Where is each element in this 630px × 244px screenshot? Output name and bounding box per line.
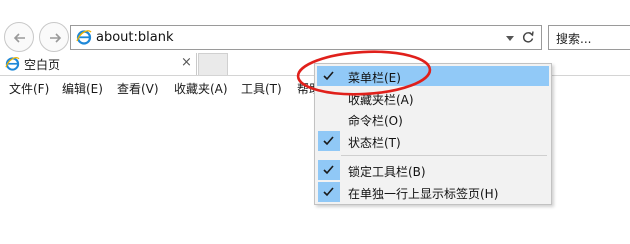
menu-separator (341, 155, 547, 156)
chevron-down-icon[interactable] (506, 36, 514, 42)
tab-blank-page[interactable]: 空白页 × (0, 53, 197, 75)
menu-favorites[interactable]: 收藏夹(A) (174, 80, 228, 97)
search-input[interactable]: 搜索... (548, 25, 630, 50)
checkmark-icon (318, 131, 340, 151)
close-icon[interactable]: × (181, 55, 192, 70)
context-item-tabs-separate-row[interactable]: 在单独一行上显示标签页(H) (317, 182, 549, 202)
menu-tools[interactable]: 工具(T) (241, 80, 282, 97)
ie-logo-icon (5, 57, 20, 71)
context-item-label: 菜单栏(E) (348, 71, 401, 85)
context-item-menu-bar[interactable]: 菜单栏(E) (317, 66, 549, 86)
forward-arrow-icon (50, 33, 62, 43)
menu-view[interactable]: 查看(V) (117, 80, 159, 97)
context-item-label: 命令栏(O) (348, 114, 403, 128)
context-item-label: 在单独一行上显示标签页(H) (348, 187, 499, 201)
search-placeholder: 搜索... (556, 32, 592, 46)
refresh-icon[interactable] (521, 30, 535, 44)
browser-window: about:blank 搜索... 空白页 × 文件(F) 编辑(E) 查看(V… (0, 0, 630, 244)
menu-edit[interactable]: 编辑(E) (62, 80, 103, 97)
context-item-label: 收藏夹栏(A) (348, 93, 414, 107)
context-item-command-bar[interactable]: 命令栏(O) (317, 109, 549, 129)
context-item-lock-toolbars[interactable]: 锁定工具栏(B) (317, 160, 549, 180)
back-button[interactable] (4, 22, 34, 52)
context-item-label: 状态栏(T) (348, 136, 401, 150)
context-item-favorites-bar[interactable]: 收藏夹栏(A) (317, 88, 549, 108)
checkmark-icon (318, 66, 340, 86)
context-item-label: 锁定工具栏(B) (348, 165, 426, 179)
context-item-status-bar[interactable]: 状态栏(T) (317, 131, 549, 151)
new-tab-button[interactable] (198, 53, 228, 75)
menu-help[interactable]: 帮助(H) (297, 80, 314, 97)
menu-file[interactable]: 文件(F) (9, 80, 49, 97)
forward-button[interactable] (39, 22, 69, 52)
ie-logo-icon (76, 30, 92, 45)
checkmark-icon (318, 160, 340, 180)
toolbar-context-menu: 菜单栏(E) 收藏夹栏(A) 命令栏(O) 状态栏(T) 锁定工具栏(B) 在单… (314, 63, 552, 205)
address-input[interactable]: about:blank (96, 30, 174, 45)
address-bar[interactable]: about:blank (70, 25, 542, 50)
checkmark-icon (318, 182, 340, 202)
tab-title: 空白页 (24, 58, 61, 72)
back-arrow-icon (13, 33, 25, 43)
